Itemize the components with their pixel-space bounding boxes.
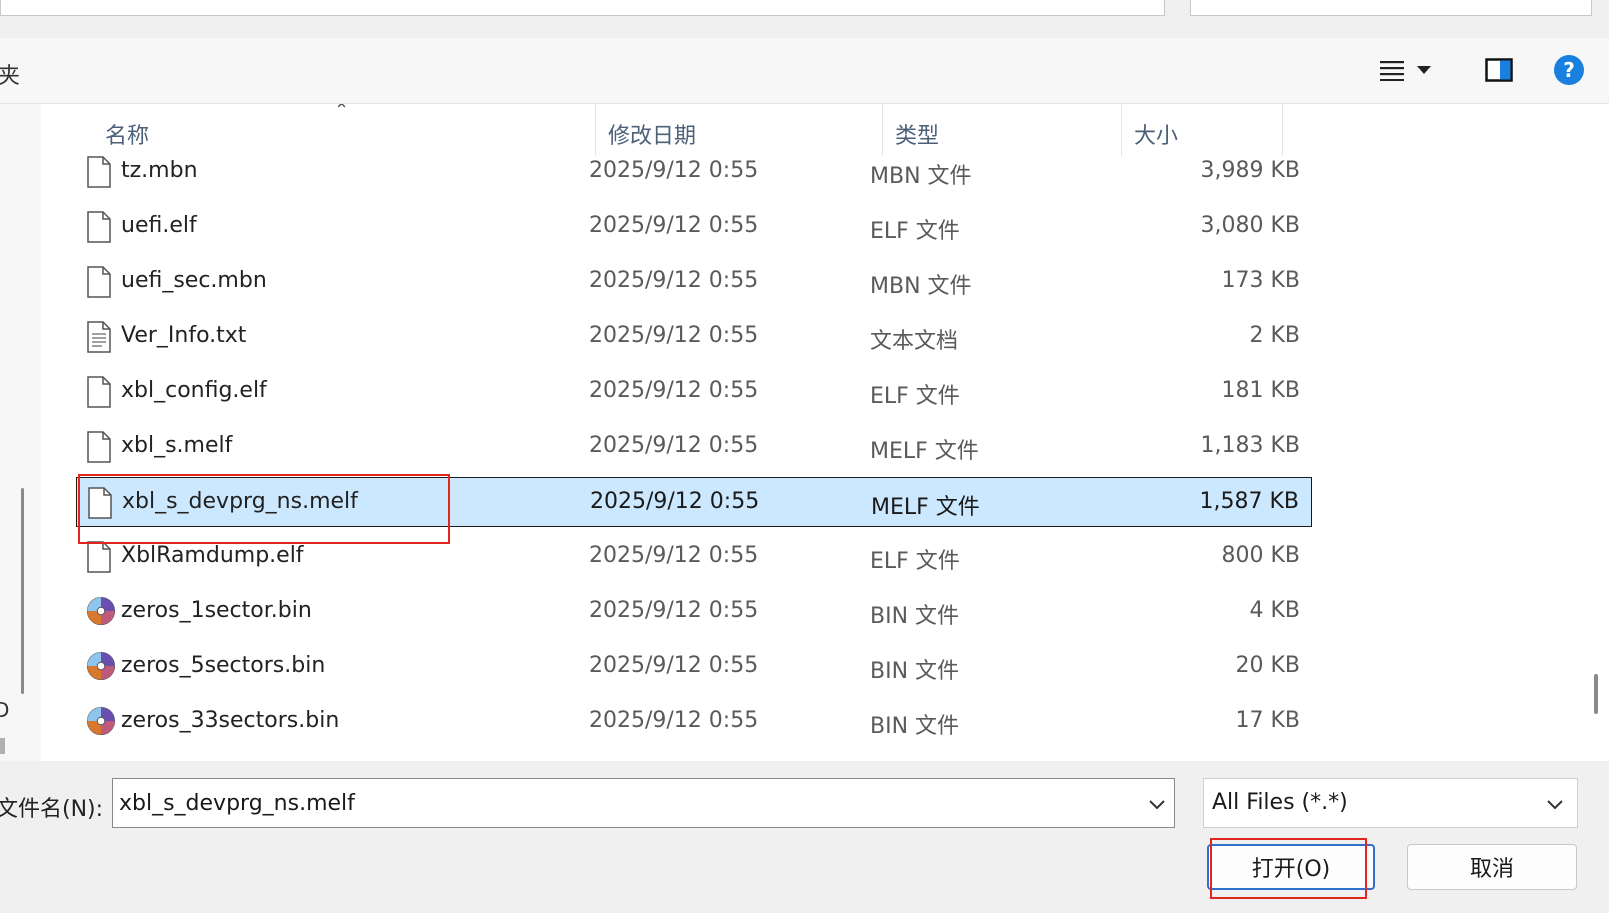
file-icon <box>86 211 112 243</box>
view-options-dropdown[interactable] <box>1412 52 1436 88</box>
file-icon <box>86 156 112 188</box>
new-folder-label-fragment[interactable]: 夹 <box>0 58 20 90</box>
file-name: uefi_sec.mbn <box>121 268 267 293</box>
search-box[interactable] <box>1190 0 1592 16</box>
file-size: 800 KB <box>1221 543 1300 568</box>
file-date: 2025/9/12 0:55 <box>589 213 759 238</box>
file-type: BIN 文件 <box>870 604 960 629</box>
file-row[interactable]: zeros_1sector.bin 2025/9/12 0:55 BIN 文件 4 K… <box>76 587 1312 637</box>
chevron-down-icon <box>1547 800 1563 810</box>
file-name: zeros_33sectors.bin <box>121 708 340 733</box>
file-type: MELF 文件 <box>871 495 980 520</box>
command-bar: 夹 ? <box>0 38 1609 104</box>
caret-down-icon <box>1417 66 1431 74</box>
file-size: 4 KB <box>1249 598 1300 623</box>
file-date: 2025/9/12 0:55 <box>589 268 759 293</box>
file-row[interactable]: Ver_Info.txt 2025/9/12 0:55 文本文档 2 KB <box>76 312 1312 362</box>
file-list-scrollbar[interactable] <box>1594 674 1598 714</box>
filename-highlight-box <box>78 474 450 544</box>
file-date: 2025/9/12 0:55 <box>589 543 759 568</box>
filename-input[interactable] <box>119 787 1119 819</box>
cancel-button[interactable]: 取消 <box>1407 844 1577 890</box>
file-name: xbl_s.melf <box>121 433 233 458</box>
file-date: 2025/9/12 0:55 <box>590 489 760 514</box>
file-name: tz.mbn <box>121 158 198 183</box>
file-date: 2025/9/12 0:55 <box>589 708 759 733</box>
preview-pane-button[interactable] <box>1481 52 1517 88</box>
file-size: 20 KB <box>1235 653 1300 678</box>
disc-image-icon <box>86 596 116 628</box>
file-date: 2025/9/12 0:55 <box>589 433 759 458</box>
file-type: BIN 文件 <box>870 714 960 739</box>
file-name: xbl_config.elf <box>121 378 267 403</box>
file-type: ELF 文件 <box>870 219 960 244</box>
file-icon <box>86 431 112 463</box>
svg-text:?: ? <box>1563 58 1575 82</box>
text-file-icon <box>86 321 112 353</box>
file-date: 2025/9/12 0:55 <box>589 323 759 348</box>
filename-label: 文件名(N): <box>0 797 104 822</box>
file-type: ELF 文件 <box>870 384 960 409</box>
navigation-item-fragment[interactable]: D <box>0 698 9 722</box>
file-row[interactable]: zeros_33sectors.bin 2025/9/12 0:55 BIN 文件 1… <box>76 697 1312 747</box>
file-row[interactable]: xbl_s.melf 2025/9/12 0:55 MELF 文件 1,183 KB <box>76 422 1312 472</box>
file-size: 3,080 KB <box>1200 213 1301 238</box>
file-date: 2025/9/12 0:55 <box>589 653 759 678</box>
list-view-icon <box>1380 61 1404 81</box>
file-row[interactable]: zeros_5sectors.bin 2025/9/12 0:55 BIN 文件 20… <box>76 642 1312 692</box>
file-type: BIN 文件 <box>870 659 960 684</box>
file-icon <box>86 541 112 573</box>
file-row[interactable]: tz.mbn 2025/9/12 0:55 MBN 文件 3,989 KB <box>76 147 1312 197</box>
navigation-pane <box>0 104 41 761</box>
file-name: uefi.elf <box>121 213 197 238</box>
file-row[interactable]: xbl_config.elf 2025/9/12 0:55 ELF 文件 181 KB <box>76 367 1312 417</box>
file-name: zeros_5sectors.bin <box>121 653 326 678</box>
preview-pane-icon <box>1485 58 1513 82</box>
file-type-value: All Files (*.*) <box>1212 790 1348 815</box>
file-name: Ver_Info.txt <box>121 323 247 348</box>
file-type: MBN 文件 <box>870 164 972 189</box>
navigation-scroll-thumb[interactable] <box>0 738 5 754</box>
file-type: 文本文档 <box>870 329 959 354</box>
file-date: 2025/9/12 0:55 <box>589 378 759 403</box>
file-list: ⌃ 名称 修改日期 类型 大小 tz.mbn 2025/9/12 0:55 MBN … <box>41 104 1609 761</box>
filename-combobox[interactable] <box>112 778 1175 828</box>
file-icon <box>86 266 112 298</box>
file-size: 3,989 KB <box>1200 158 1301 183</box>
view-options-button[interactable] <box>1374 52 1410 88</box>
file-row[interactable]: uefi_sec.mbn 2025/9/12 0:55 MBN 文件 173 KB <box>76 257 1312 307</box>
file-size: 181 KB <box>1221 378 1300 403</box>
file-size: 2 KB <box>1249 323 1300 348</box>
file-name: zeros_1sector.bin <box>121 598 312 623</box>
file-size: 1,587 KB <box>1199 489 1300 514</box>
file-size: 1,183 KB <box>1200 433 1301 458</box>
navigation-scrollbar[interactable] <box>21 488 24 694</box>
file-date: 2025/9/12 0:55 <box>589 158 759 183</box>
disc-image-icon <box>86 706 116 738</box>
file-size: 173 KB <box>1221 268 1300 293</box>
disc-image-icon <box>86 651 116 683</box>
file-row[interactable]: uefi.elf 2025/9/12 0:55 ELF 文件 3,080 KB <box>76 202 1312 252</box>
file-size: 17 KB <box>1235 708 1300 733</box>
file-date: 2025/9/12 0:55 <box>589 598 759 623</box>
help-icon: ? <box>1554 55 1584 85</box>
file-name: XblRamdump.elf <box>121 543 304 568</box>
open-button-highlight-box <box>1210 838 1367 899</box>
file-icon <box>86 376 112 408</box>
file-type: MBN 文件 <box>870 274 972 299</box>
file-type: ELF 文件 <box>870 549 960 574</box>
help-button[interactable]: ? <box>1551 52 1587 88</box>
address-bar[interactable] <box>0 0 1165 16</box>
file-type: MELF 文件 <box>870 439 979 464</box>
chevron-down-icon[interactable] <box>1146 793 1168 815</box>
file-type-select[interactable]: All Files (*.*) <box>1203 778 1578 828</box>
